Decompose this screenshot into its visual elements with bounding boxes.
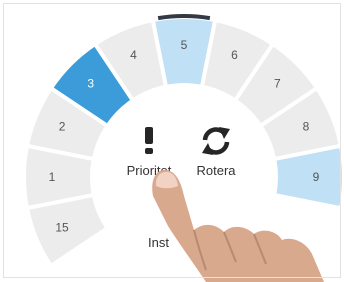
install-button[interactable]: Inst [148,235,169,250]
segment-label: 4 [130,48,137,62]
segment-label: 5 [181,38,188,52]
segment-label: 8 [303,119,310,133]
segment-label: 9 [313,170,320,184]
exclamation-icon [145,127,153,154]
segment-label: 7 [274,77,281,91]
rotate-label: Rotera [196,163,236,178]
install-label: Inst [148,235,169,250]
segment-label: 6 [231,48,238,62]
segment-label: 1 [49,170,56,184]
current-position-marker [157,14,211,21]
segment-9[interactable] [271,143,344,211]
segment-label: 15 [55,221,69,235]
dial-widget: 12345678915 Prioritet Rotera Inst [22,14,344,282]
segment-label: 2 [59,119,66,133]
segment-label: 3 [87,77,94,91]
